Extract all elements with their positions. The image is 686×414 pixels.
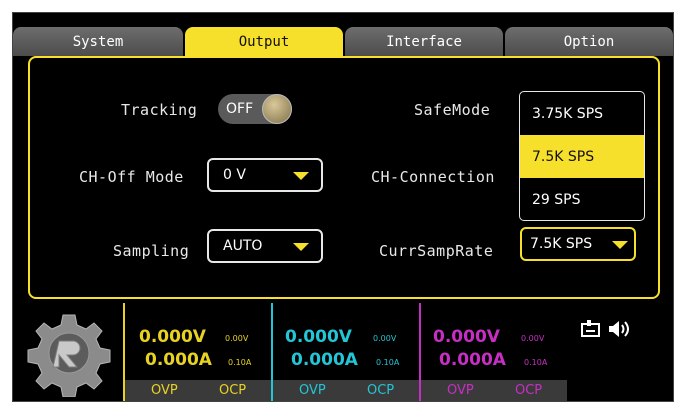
sampling-label: Sampling bbox=[113, 242, 190, 260]
curr-samp-rate-label: CurrSampRate bbox=[379, 242, 494, 260]
ch2-voltage-set: 0.00V bbox=[373, 334, 397, 343]
channel-3-readout[interactable]: 0.000V 0.00V 0.000A 0.10A OVP OCP bbox=[419, 303, 567, 401]
ch3-voltage: 0.000V bbox=[433, 327, 500, 347]
ch-connection-label: CH-Connection bbox=[371, 168, 495, 186]
ch1-current-set: 0.10A bbox=[228, 358, 252, 367]
option-29-sps[interactable]: 29 SPS bbox=[520, 178, 644, 220]
ch3-voltage-set: 0.00V bbox=[521, 334, 545, 343]
ch2-protection-bar bbox=[273, 380, 419, 401]
chevron-down-icon bbox=[293, 172, 309, 180]
toggle-knob bbox=[262, 94, 292, 124]
device-screen: System Output Interface Option Tracking … bbox=[12, 12, 674, 402]
tab-option[interactable]: Option bbox=[505, 27, 673, 56]
ch3-protection-bar bbox=[421, 380, 567, 401]
ch1-voltage-set: 0.00V bbox=[225, 334, 249, 343]
ch3-ovp: OVP bbox=[447, 383, 474, 398]
toggle-state: OFF bbox=[226, 101, 254, 117]
sampling-select[interactable]: AUTO bbox=[207, 229, 323, 263]
channel-2-readout[interactable]: 0.000V 0.00V 0.000A 0.10A OVP OCP bbox=[271, 303, 419, 401]
ch-off-mode-select[interactable]: 0 V bbox=[207, 158, 323, 192]
samp-rate-options-list[interactable]: 3.75K SPS 7.5K SPS 29 SPS bbox=[519, 91, 645, 221]
ch3-current-set: 0.10A bbox=[524, 358, 548, 367]
usb-device-icon[interactable] bbox=[580, 319, 602, 343]
sampling-value: AUTO bbox=[223, 238, 263, 254]
ch1-ovp: OVP bbox=[151, 383, 178, 398]
tracking-label: Tracking bbox=[121, 101, 198, 119]
tracking-toggle[interactable]: OFF bbox=[218, 94, 292, 124]
ch-off-mode-value: 0 V bbox=[223, 167, 246, 183]
chevron-down-icon bbox=[612, 241, 628, 249]
curr-samp-rate-value: 7.5K SPS bbox=[530, 236, 593, 252]
ch2-current-set: 0.10A bbox=[376, 358, 400, 367]
speaker-icon[interactable] bbox=[607, 320, 631, 342]
ch2-ocp: OCP bbox=[367, 383, 395, 398]
tab-system[interactable]: System bbox=[13, 27, 183, 56]
brand-logo bbox=[23, 309, 115, 398]
ch3-ocp: OCP bbox=[515, 383, 543, 398]
ch2-current: 0.000A bbox=[291, 350, 358, 370]
ch2-ovp: OVP bbox=[299, 383, 326, 398]
channel-1-readout[interactable]: 0.000V 0.00V 0.000A 0.10A OVP OCP bbox=[123, 303, 271, 401]
ch1-ocp: OCP bbox=[219, 383, 247, 398]
ch2-voltage: 0.000V bbox=[285, 327, 352, 347]
ch-off-mode-label: CH-Off Mode bbox=[79, 168, 184, 186]
ch1-protection-bar bbox=[125, 380, 271, 401]
tab-output[interactable]: Output bbox=[185, 27, 343, 56]
curr-samp-rate-select[interactable]: 7.5K SPS bbox=[520, 227, 636, 261]
ch1-voltage: 0.000V bbox=[139, 327, 206, 347]
ch1-current: 0.000A bbox=[145, 350, 212, 370]
option-7-5k-sps[interactable]: 7.5K SPS bbox=[520, 135, 644, 178]
safe-mode-label: SafeMode bbox=[414, 101, 491, 119]
option-3-75k-sps[interactable]: 3.75K SPS bbox=[520, 92, 644, 135]
chevron-down-icon bbox=[293, 243, 309, 251]
tab-interface[interactable]: Interface bbox=[345, 27, 503, 56]
ch3-current: 0.000A bbox=[439, 350, 506, 370]
